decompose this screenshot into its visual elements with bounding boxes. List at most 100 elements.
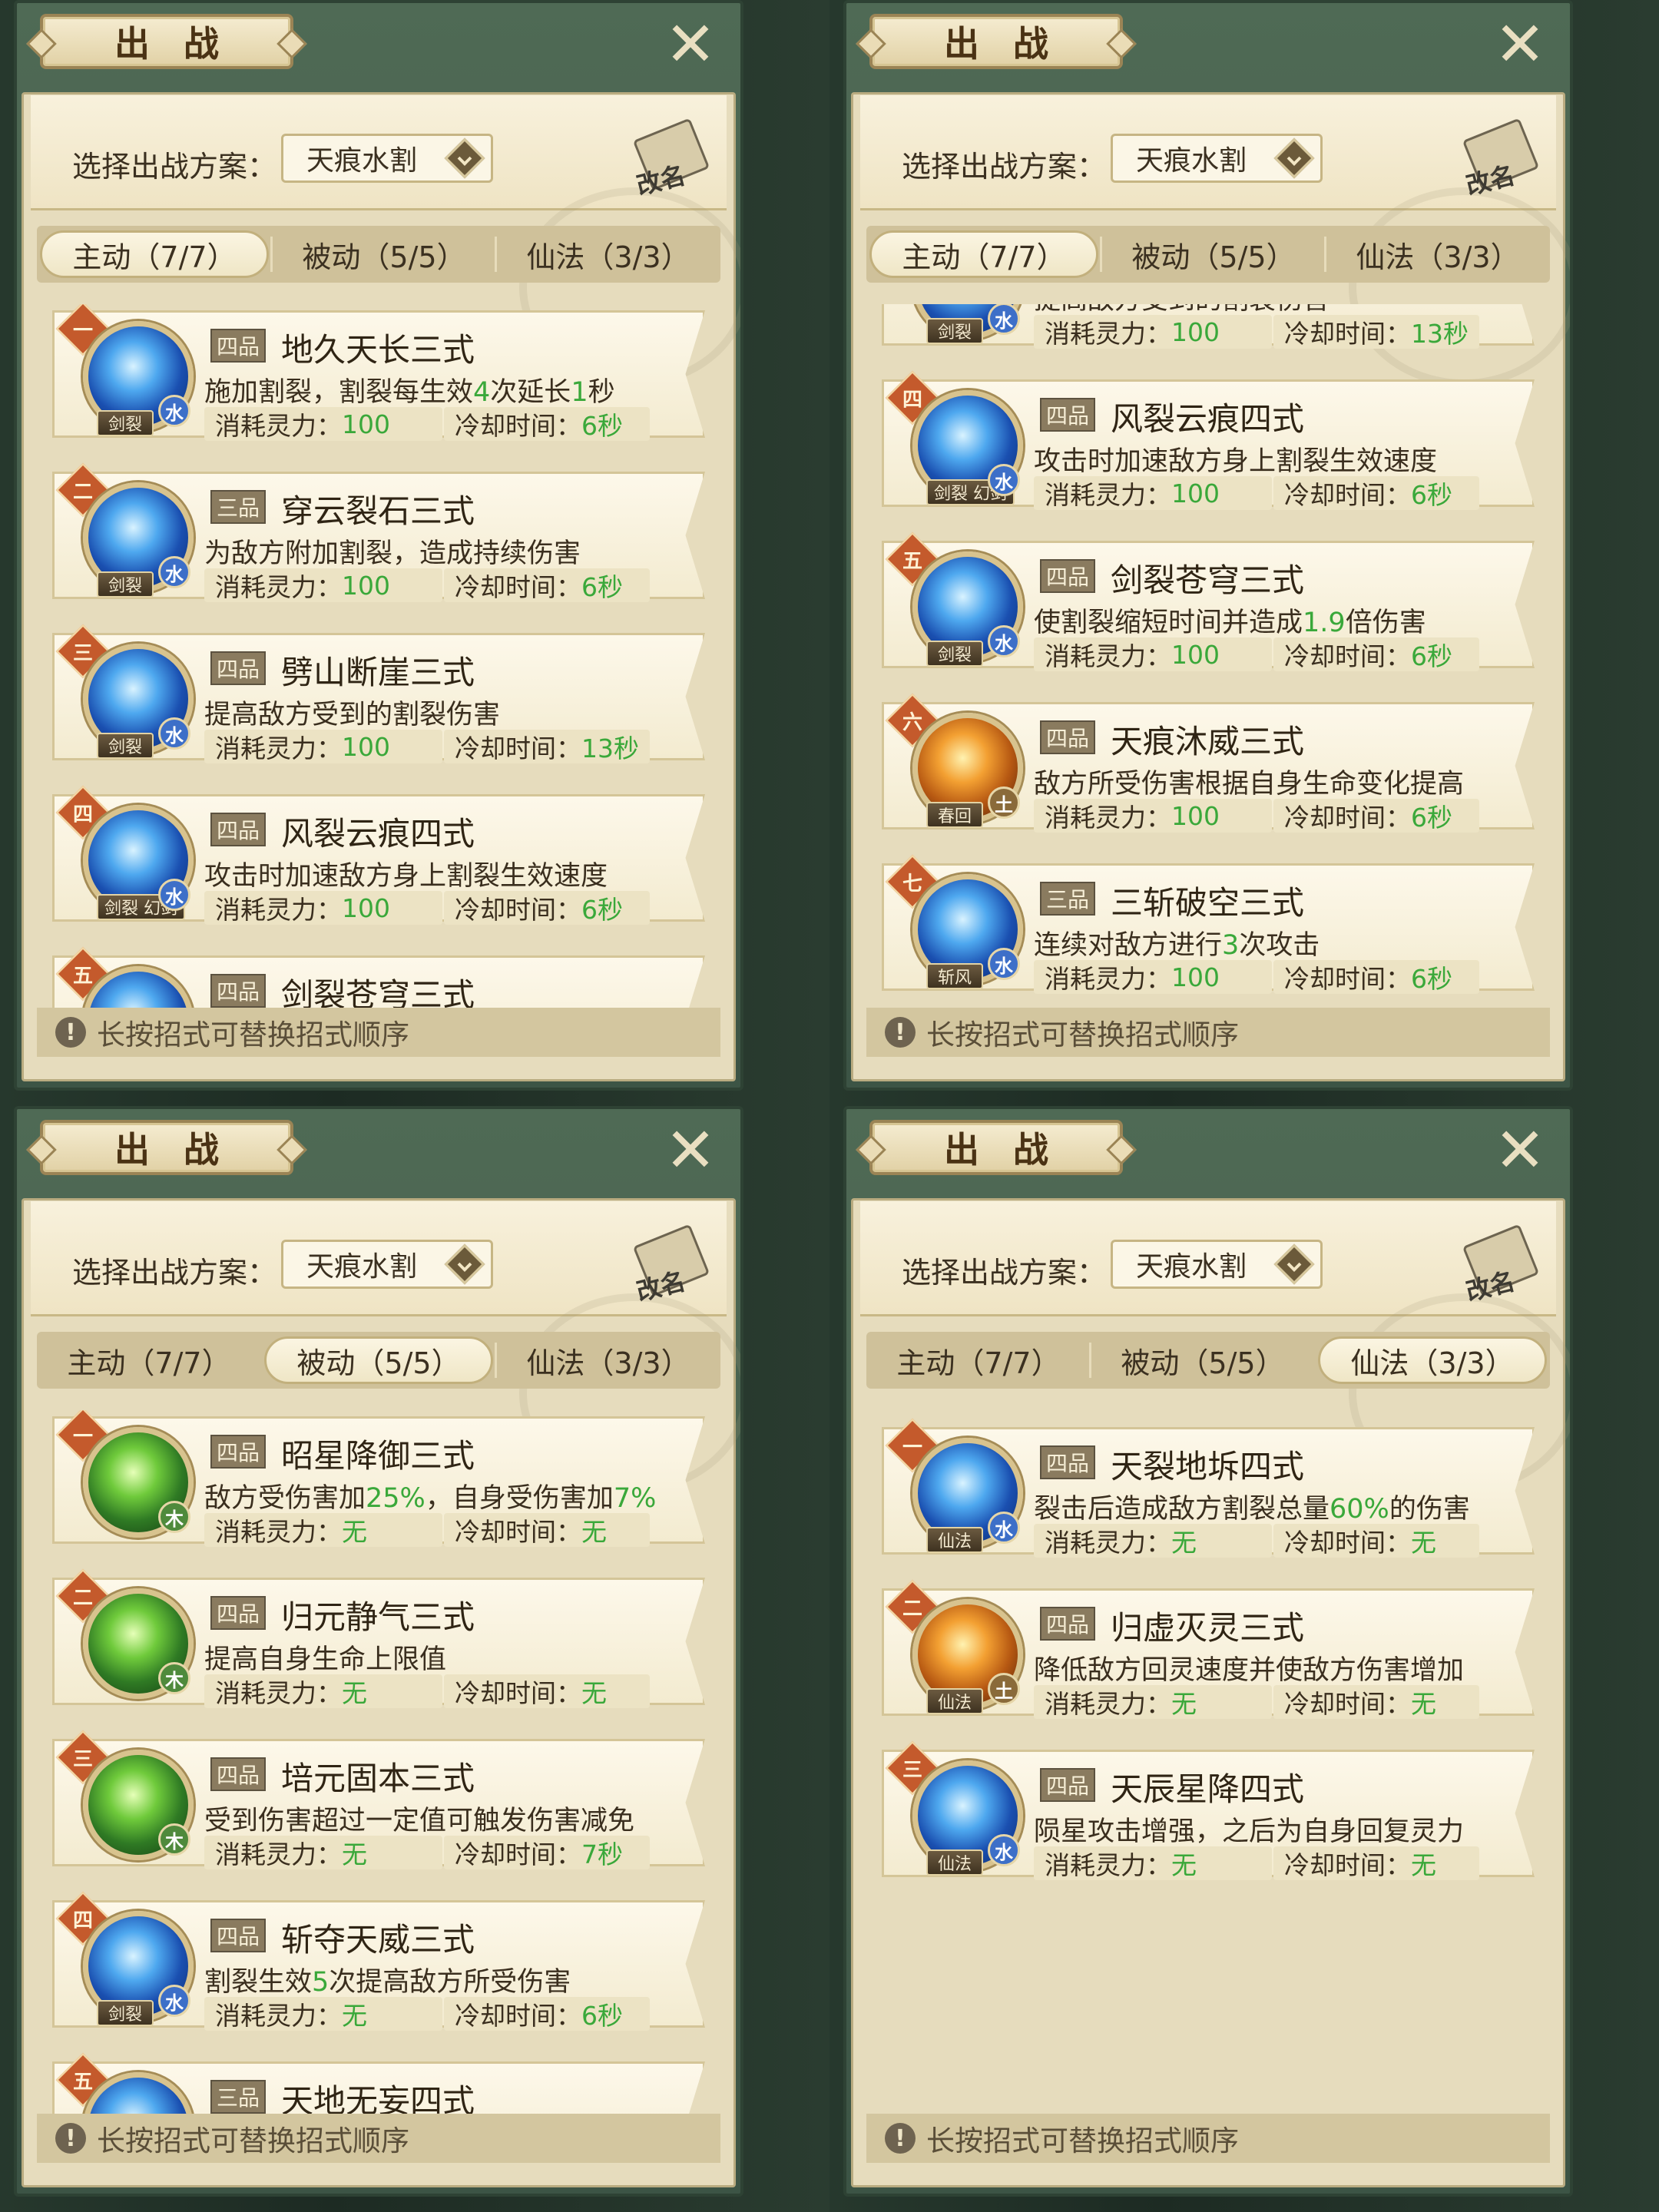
skill-card[interactable]: 三木四品 培元固本三式 受到伤害超过一定值可触发伤害减免 消耗灵力：无冷却时间： 7秒: [52, 1730, 705, 1885]
skill-tag: 剑裂: [97, 571, 154, 598]
skill-card[interactable]: 剑裂水提高敌方受到的割裂伤害消耗灵力：100冷却时间：13秒: [882, 304, 1535, 364]
cooldown-value: 6秒: [1411, 803, 1452, 833]
skill-description: 敌方所受伤害根据自身生命变化提高: [1034, 762, 1464, 801]
skill-card[interactable]: 四剑裂水四品 斩夺天威三式 割裂生效5次提高敌方所受伤害 消耗灵力：无冷却时间： 6秒: [52, 1891, 705, 2046]
skill-description: 连续对敌方进行3次攻击: [1034, 923, 1320, 962]
tab-label: 被动（5/5）: [1121, 1346, 1285, 1380]
mana-cost-value: 无: [1171, 1850, 1197, 1880]
description-segment: 次攻击: [1239, 930, 1320, 961]
tab-active[interactable]: 主动（7/7）: [866, 1332, 1091, 1389]
description-segment: 1: [571, 377, 588, 408]
element-badge: 水: [988, 304, 1020, 335]
info-icon: !: [885, 1017, 916, 1048]
skill-card[interactable]: 二剑裂水三品 穿云裂石三式 为敌方附加割裂，造成持续伤害 消耗灵力： 100 冷却时间： 6…: [52, 462, 705, 618]
tab-immortal-arts[interactable]: 仙法（3/3）: [1324, 226, 1550, 283]
tab-active[interactable]: 主动（7/7）: [40, 230, 269, 278]
panel-title-plate: 出战: [869, 1120, 1123, 1175]
tab-passive[interactable]: 被动（5/5）: [264, 1336, 493, 1384]
mana-cost-label: 消耗灵力：: [215, 895, 342, 925]
tab-active[interactable]: 主动（7/7）: [37, 1332, 261, 1389]
mana-cost-value: 100: [342, 570, 390, 601]
tab-immortal-arts[interactable]: 仙法（3/3）: [495, 1332, 720, 1389]
description-segment: 割裂生效: [204, 1967, 313, 1998]
element-badge: 水: [158, 395, 190, 427]
description-segment: 25%: [366, 1483, 426, 1514]
rename-button[interactable]: 改名: [632, 117, 713, 200]
scheme-select[interactable]: 天痕水割: [1111, 1240, 1323, 1289]
close-icon[interactable]: ✕: [657, 1120, 724, 1181]
cooldown-value: 无: [1411, 1528, 1436, 1558]
tab-passive[interactable]: 被动（5/5）: [1100, 226, 1326, 283]
tab-immortal-arts[interactable]: 仙法（3/3）: [1318, 1336, 1547, 1384]
skill-description: 施加割裂，割裂每生效4次延长1秒: [204, 370, 615, 409]
description-segment: ，自身受伤害加: [425, 1483, 614, 1514]
mana-cost-label: 消耗灵力：: [215, 1839, 342, 1869]
skill-description: 提高敌方受到的割裂伤害: [204, 693, 500, 732]
grade-badge: 三品: [210, 490, 267, 524]
skill-card[interactable]: 一仙法水四品 天裂地坼四式 裂击后造成敌方割裂总量60%的伤害 消耗灵力：无冷却时间：…: [882, 1418, 1535, 1573]
skill-name: 剑裂苍穹三式: [281, 976, 475, 1011]
tab-immortal-arts[interactable]: 仙法（3/3）: [495, 226, 720, 283]
tab-label: 主动（7/7）: [902, 240, 1066, 274]
skill-card[interactable]: 七斩风水三品 三斩破空三式 连续对敌方进行3次攻击 消耗灵力： 100 冷却时间： 6秒: [882, 854, 1535, 1009]
skill-card[interactable]: 三剑裂水四品 劈山断崖三式 提高敌方受到的割裂伤害 消耗灵力： 100 冷却时间： 13秒: [52, 624, 705, 779]
scheme-select[interactable]: 天痕水割: [281, 1240, 493, 1289]
skill-card[interactable]: 四剑裂 幻剑水四品 风裂云痕四式 攻击时加速敌方身上割裂生效速度 消耗灵力： 100 冷却…: [882, 370, 1535, 525]
skill-card[interactable]: 二木四品 归元静气三式 提高自身生命上限值 消耗灵力：无冷却时间：无: [52, 1568, 705, 1724]
close-icon[interactable]: ✕: [1487, 1120, 1553, 1181]
chevron-down-icon[interactable]: [1273, 137, 1315, 179]
skill-card[interactable]: 一剑裂水四品 地久天长三式 施加割裂，割裂每生效4次延长1秒 消耗灵力： 100 冷却时间…: [52, 304, 705, 456]
cooldown-label: 冷却时间：: [455, 1517, 581, 1547]
rename-button[interactable]: 改名: [1462, 1223, 1542, 1306]
cooldown-label: 冷却时间：: [1284, 964, 1411, 994]
skill-description: 受到伤害超过一定值可触发伤害减免: [204, 1799, 634, 1838]
skill-tag: 剑裂: [97, 733, 154, 759]
skill-card[interactable]: 五三品 天地无妄四式: [52, 2052, 705, 2117]
skill-card[interactable]: 四剑裂 幻剑水四品 风裂云痕四式 攻击时加速敌方身上割裂生效速度 消耗灵力： 100 冷却…: [52, 785, 705, 940]
chevron-down-icon[interactable]: [444, 137, 485, 179]
close-icon[interactable]: ✕: [1487, 14, 1553, 75]
skill-tag: 春回: [926, 802, 983, 828]
scheme-select[interactable]: 天痕水割: [281, 134, 493, 183]
description-segment: 提高自身生命上限值: [204, 1644, 447, 1675]
skill-card[interactable]: 二仙法土四品 归虚灭灵三式 降低敌方回灵速度并使敌方伤害增加 消耗灵力：无冷却时间：无: [882, 1579, 1535, 1734]
skill-card[interactable]: 六春回土四品 天痕沐威三式 敌方所受伤害根据自身生命变化提高 消耗灵力： 100 冷却时间…: [882, 693, 1535, 848]
skill-tabs: 主动（7/7） 被动（5/5） 仙法（3/3）: [37, 226, 720, 283]
close-icon[interactable]: ✕: [657, 14, 724, 75]
skill-list[interactable]: 一仙法水四品 天裂地坼四式 裂击后造成敌方割裂总量60%的伤害 消耗灵力：无冷却时间：…: [866, 1410, 1535, 2117]
cooldown-value: 无: [581, 1678, 607, 1708]
cooldown: 冷却时间： 6秒: [444, 407, 650, 441]
description-segment: 敌方所受伤害根据自身生命变化提高: [1034, 769, 1465, 800]
skill-list[interactable]: 一剑裂水四品 地久天长三式 施加割裂，割裂每生效4次延长1秒 消耗灵力： 100 冷却时间…: [37, 304, 705, 1011]
footer-tip-text: 长按招式可替换招式顺序: [926, 1018, 1239, 1051]
skill-name: 天痕沐威三式: [1111, 723, 1305, 760]
grade-badge: 四品: [1040, 1768, 1096, 1802]
tab-passive[interactable]: 被动（5/5）: [270, 226, 496, 283]
scheme-select[interactable]: 天痕水割: [1111, 134, 1323, 183]
rename-button[interactable]: 改名: [632, 1223, 713, 1306]
description-segment: 秒: [588, 377, 615, 408]
skill-card[interactable]: 五剑裂水四品 剑裂苍穹三式 使割裂缩短时间并造成1.9倍伤害 消耗灵力： 100 冷却时间…: [882, 531, 1535, 687]
chevron-down-icon[interactable]: [444, 1243, 485, 1285]
scheme-label: 选择出战方案：: [902, 150, 1107, 184]
mana-cost-value: 100: [1171, 962, 1220, 992]
mana-cost-value: 100: [342, 409, 390, 439]
cooldown: 冷却时间：无: [1273, 1524, 1479, 1558]
chevron-down-icon[interactable]: [1273, 1243, 1315, 1285]
scheme-label: 选择出战方案：: [902, 1256, 1107, 1290]
mana-cost: 消耗灵力：无: [204, 1997, 442, 2031]
skill-card[interactable]: 五四品 剑裂苍穹三式: [52, 946, 705, 1011]
cooldown-label: 冷却时间：: [455, 411, 581, 441]
skill-list[interactable]: 剑裂水提高敌方受到的割裂伤害消耗灵力：100冷却时间：13秒四剑裂 幻剑水四品风…: [866, 304, 1535, 1011]
mana-cost-label: 消耗灵力：: [215, 2001, 342, 2031]
tab-active[interactable]: 主动（7/7）: [869, 230, 1098, 278]
description-segment: 连续对敌方进行: [1034, 930, 1223, 961]
mana-cost: 消耗灵力： 100: [204, 730, 442, 763]
tab-passive[interactable]: 被动（5/5）: [1089, 1332, 1315, 1389]
description-segment: 3: [1222, 930, 1240, 961]
skill-list[interactable]: 一木四品 昭星降御三式 敌方受伤害加25%，自身受伤害加7% 消耗灵力：无冷却时间：无…: [37, 1410, 705, 2117]
element-badge: 水: [158, 879, 190, 911]
rename-button[interactable]: 改名: [1462, 117, 1542, 200]
skill-card[interactable]: 一木四品 昭星降御三式 敌方受伤害加25%，自身受伤害加7% 消耗灵力：无冷却时间：无: [52, 1410, 705, 1562]
skill-card[interactable]: 三仙法水四品 天辰星降四式 陨星攻击增强，之后为自身回复灵力 消耗灵力：无冷却时间：无: [882, 1740, 1535, 1896]
